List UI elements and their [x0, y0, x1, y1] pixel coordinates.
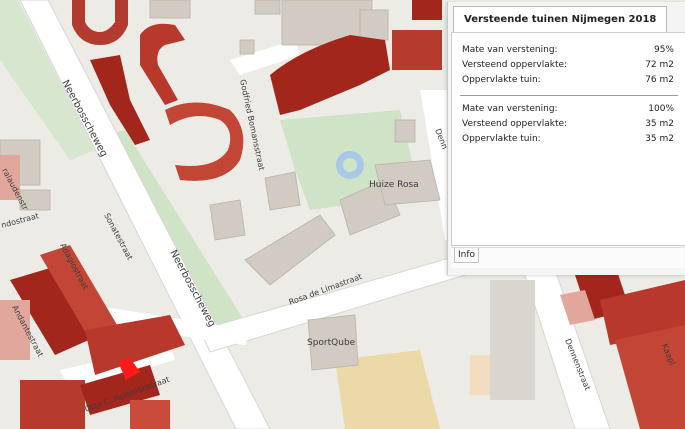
info-row-label: Versteend oppervlakte:: [462, 119, 568, 129]
info-row-value: 95%: [653, 45, 674, 55]
info-row-label: Oppervlakte tuin:: [462, 75, 541, 85]
panel-title-tab[interactable]: Versteende tuinen Nijmegen 2018: [453, 6, 668, 33]
section-divider: [460, 95, 678, 96]
info-row: Versteend oppervlakte: 72 m2: [462, 60, 674, 74]
info-row: Oppervlakte tuin: 76 m2: [462, 75, 674, 89]
label-huize-rosa: Huize Rosa: [369, 180, 419, 190]
panel-footer: Info: [451, 247, 684, 268]
info-row-value: 72 m2: [645, 60, 674, 70]
info-row-label: Mate van verstening:: [462, 104, 558, 114]
info-row: Oppervlakte tuin: 35 m2: [462, 134, 674, 148]
info-row: Mate van verstening: 95%: [462, 45, 674, 59]
info-row-value: 100%: [648, 104, 674, 114]
info-row-label: Versteend oppervlakte:: [462, 60, 568, 70]
panel-content: Mate van verstening: 95% Versteend opper…: [451, 32, 685, 246]
info-panel: Versteende tuinen Nijmegen 2018 Mate van…: [447, 2, 685, 275]
info-row-value: 35 m2: [645, 134, 674, 144]
info-row: Versteend oppervlakte: 35 m2: [462, 119, 674, 133]
info-row-label: Mate van verstening:: [462, 45, 558, 55]
parking-strip: [490, 280, 535, 400]
info-row-value: 35 m2: [645, 119, 674, 129]
info-row-label: Oppervlakte tuin:: [462, 134, 541, 144]
info-row: Mate van verstening: 100%: [462, 104, 674, 118]
info-row-value: 76 m2: [645, 75, 674, 85]
fountain-center: [343, 158, 357, 172]
info-tab[interactable]: Info: [454, 248, 480, 263]
label-sportqube: SportQube: [307, 338, 356, 348]
